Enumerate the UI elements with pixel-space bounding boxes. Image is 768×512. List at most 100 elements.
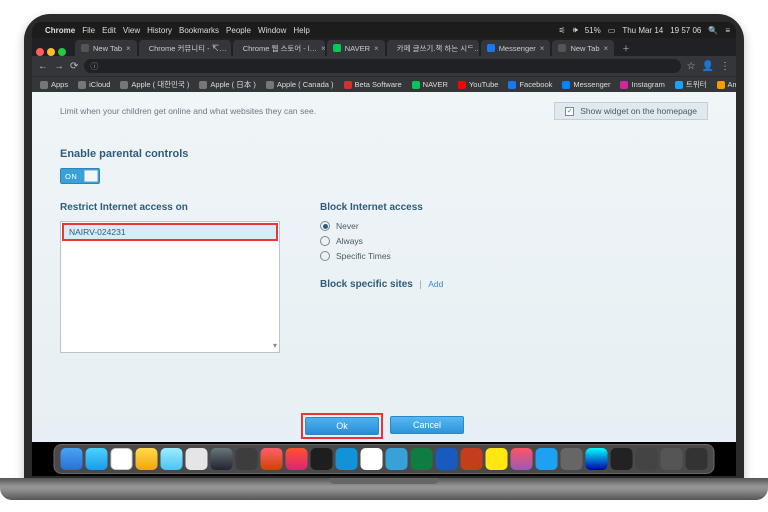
enable-parental-heading: Enable parental controls: [60, 148, 708, 160]
bookmark-instagram[interactable]: Instagram: [620, 80, 664, 89]
close-icon[interactable]: ×: [126, 44, 131, 53]
tab-label: NAVER: [345, 44, 370, 53]
bookmark-apple-kr[interactable]: Apple ( 대한민국 ): [120, 79, 189, 90]
bookmark-apps[interactable]: Apps: [40, 80, 68, 89]
dock-kakao[interactable]: [486, 448, 508, 470]
restrict-heading: Restrict Internet access on: [60, 202, 280, 213]
close-icon[interactable]: ×: [374, 44, 379, 53]
dock-mail[interactable]: [111, 448, 133, 470]
dock-itunes[interactable]: [511, 448, 533, 470]
radio-always[interactable]: Always: [320, 236, 708, 246]
dock-app-13[interactable]: [361, 448, 383, 470]
dock-settings[interactable]: [561, 448, 583, 470]
bookmark-apple-jp[interactable]: Apple ( 日本 ): [199, 79, 255, 90]
tab-7[interactable]: New Tab×: [552, 40, 614, 56]
close-icon[interactable]: ×: [321, 44, 325, 53]
laptop-base: [0, 478, 768, 500]
dock-messages[interactable]: [161, 448, 183, 470]
back-button[interactable]: ←: [38, 61, 48, 72]
menu-bookmarks[interactable]: Bookmarks: [179, 26, 219, 35]
toggle-label: ON: [65, 172, 77, 181]
tab-4[interactable]: NAVER ×: [327, 40, 385, 56]
browser-tabstrip: New Tab × Chrome 커뮤니티 - ↸…× Chrome 웹 스토어 …: [32, 38, 736, 56]
dock-trash[interactable]: [686, 448, 708, 470]
window-close-button[interactable]: [36, 48, 44, 56]
menu-file[interactable]: File: [82, 26, 95, 35]
menu-window[interactable]: Window: [258, 26, 286, 35]
browser-toolbar: ← → ⟳ ⓘ ☆ 👤 ⋮: [32, 56, 736, 76]
window-zoom-button[interactable]: [58, 48, 66, 56]
dock-app-14[interactable]: [386, 448, 408, 470]
dock-app-20[interactable]: [536, 448, 558, 470]
profile-icon[interactable]: 👤: [702, 61, 714, 72]
spotlight-icon[interactable]: 🔍: [708, 26, 718, 35]
app-name[interactable]: Chrome: [45, 26, 75, 35]
dock-safari[interactable]: [86, 448, 108, 470]
ok-button[interactable]: Ok: [305, 417, 379, 435]
dock-app-12[interactable]: [336, 448, 358, 470]
add-site-link[interactable]: Add: [428, 279, 443, 289]
cancel-button[interactable]: Cancel: [390, 416, 464, 434]
page-content: Limit when your children get online and …: [32, 92, 736, 442]
menu-help[interactable]: Help: [293, 26, 309, 35]
forward-button[interactable]: →: [54, 61, 64, 72]
dock-terminal[interactable]: [211, 448, 233, 470]
dropdown-icon[interactable]: ▾: [273, 341, 277, 350]
device-item[interactable]: NAIRV-024231: [63, 224, 277, 240]
device-listbox[interactable]: NAIRV-024231 ▾: [60, 221, 280, 353]
dock-excel[interactable]: [411, 448, 433, 470]
bookmark-beta[interactable]: Beta Software: [344, 80, 402, 89]
dock-chrome[interactable]: [136, 448, 158, 470]
tab-3[interactable]: Chrome 웹 스토어 - l…×: [233, 40, 325, 56]
dock-app-10[interactable]: [286, 448, 308, 470]
tab-6[interactable]: Messenger ×: [481, 40, 551, 56]
star-icon[interactable]: ☆: [687, 61, 696, 72]
dock-word[interactable]: [436, 448, 458, 470]
dock-app-11[interactable]: [311, 448, 333, 470]
dock-app-8[interactable]: [236, 448, 258, 470]
tab-1[interactable]: New Tab ×: [75, 40, 137, 56]
bookmark-youtube[interactable]: YouTube: [458, 80, 498, 89]
dock-app-23[interactable]: [611, 448, 633, 470]
menubar-time[interactable]: 19 57 06: [670, 26, 701, 35]
menu-edit[interactable]: Edit: [102, 26, 116, 35]
reload-button[interactable]: ⟳: [70, 61, 78, 72]
dock-app-22[interactable]: [586, 448, 608, 470]
new-tab-button[interactable]: ＋: [616, 40, 636, 56]
menu-icon[interactable]: ⋮: [720, 61, 730, 72]
tab-label: Messenger: [499, 44, 536, 53]
close-icon[interactable]: ×: [540, 44, 545, 53]
dock-finder[interactable]: [61, 448, 83, 470]
bookmark-amazon[interactable]: Amazon: [717, 80, 736, 89]
show-widget-label: Show widget on the homepage: [580, 106, 697, 116]
show-widget-checkbox[interactable]: ✓ Show widget on the homepage: [554, 102, 708, 120]
dock-app-24[interactable]: [636, 448, 658, 470]
battery-icon: ▭: [608, 26, 616, 35]
tab-5[interactable]: 카페 글쓰기.책 하는 시ᄃ…×: [387, 40, 479, 56]
address-bar[interactable]: ⓘ: [84, 59, 680, 73]
close-icon[interactable]: ×: [604, 44, 609, 53]
dock-app-9[interactable]: [261, 448, 283, 470]
dock-app-25[interactable]: [661, 448, 683, 470]
menu-history[interactable]: History: [147, 26, 172, 35]
parental-toggle[interactable]: ON: [60, 168, 100, 184]
notification-icon[interactable]: ≡: [725, 26, 730, 35]
bookmark-apple-ca[interactable]: Apple ( Canada ): [266, 80, 334, 89]
tab-2[interactable]: Chrome 커뮤니티 - ↸…×: [139, 40, 231, 56]
window-minimize-button[interactable]: [47, 48, 55, 56]
bookmark-twitter[interactable]: 트위터: [675, 79, 707, 90]
bookmark-facebook[interactable]: Facebook: [508, 80, 552, 89]
wifi-icon[interactable]: ⚟: [559, 26, 566, 35]
bookmark-icloud[interactable]: iCloud: [78, 80, 110, 89]
bookmark-naver[interactable]: NAVER: [412, 80, 448, 89]
dock-powerpoint[interactable]: [461, 448, 483, 470]
menubar-date[interactable]: Thu Mar 14: [622, 26, 663, 35]
radio-specific[interactable]: Specific Times: [320, 251, 708, 261]
bookmark-messenger[interactable]: Messenger: [562, 80, 610, 89]
menu-people[interactable]: People: [226, 26, 251, 35]
volume-icon[interactable]: 🕪: [573, 25, 578, 35]
radio-never[interactable]: Never: [320, 221, 708, 231]
dock-appstore[interactable]: [186, 448, 208, 470]
tab-label: New Tab: [93, 44, 122, 53]
menu-view[interactable]: View: [123, 26, 140, 35]
